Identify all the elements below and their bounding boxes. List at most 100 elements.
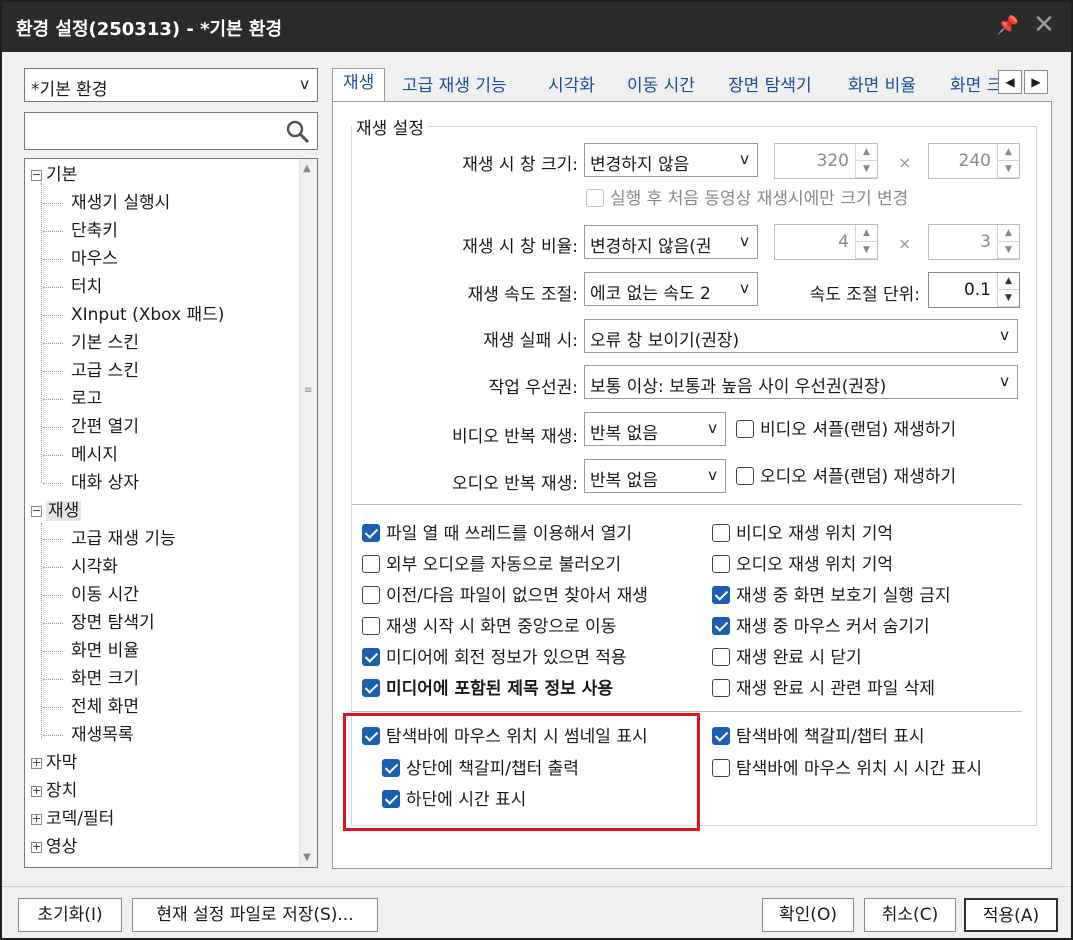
option-checkbox[interactable]: 파일 열 때 쓰레드를 이용해서 열기 (362, 521, 632, 547)
tree-item[interactable]: 전체 화면 (43, 693, 139, 721)
tree-item[interactable]: 재생목록 (43, 721, 134, 749)
spin-down-icon[interactable]: ▼ (998, 290, 1019, 307)
tree-item[interactable]: 재생기 실행시 (43, 189, 170, 217)
spin-down-icon[interactable]: ▼ (856, 242, 877, 259)
tree-item[interactable]: 고급 스킨 (43, 357, 139, 385)
checkbox-box[interactable] (712, 759, 730, 777)
search-input[interactable] (24, 112, 318, 150)
checkbox-box[interactable] (586, 189, 604, 207)
priority-select[interactable]: 보통 이상: 보통과 높음 사이 우선권(권장) v (584, 365, 1018, 399)
seekbar-chapter-checkbox[interactable]: 탐색바에 책갈피/챕터 표시 (712, 724, 925, 750)
collapse-icon[interactable]: − (31, 505, 42, 517)
checkbox-box[interactable] (362, 524, 380, 542)
expand-icon[interactable]: + (31, 785, 42, 797)
speed-select[interactable]: 에코 없는 속도 2v (584, 272, 758, 306)
tree-item[interactable]: 화면 비율 (43, 637, 139, 665)
tree-item[interactable]: 마우스 (43, 245, 118, 273)
option-checkbox[interactable]: 재생 시작 시 화면 중앙으로 이동 (362, 614, 616, 640)
expand-icon[interactable]: + (31, 757, 42, 769)
tab-visualization[interactable]: 시각화 (538, 72, 605, 102)
option-checkbox[interactable]: 이전/다음 파일이 없으면 찾아서 재생 (362, 583, 648, 609)
option-checkbox[interactable]: 외부 오디오를 자동으로 불러오기 (362, 552, 621, 578)
option-checkbox[interactable]: 비디오 재생 위치 기억 (712, 521, 893, 547)
option-checkbox[interactable]: 미디어에 포함된 제목 정보 사용 (362, 676, 613, 702)
scroll-grip-icon[interactable]: ≡ (304, 385, 312, 396)
checkbox-box[interactable] (362, 586, 380, 604)
option-checkbox[interactable]: 재생 완료 시 관련 파일 삭제 (712, 676, 935, 702)
checkbox-box[interactable] (362, 679, 380, 697)
cancel-button[interactable]: 취소(C) (864, 898, 956, 932)
save-to-file-button[interactable]: 현재 설정 파일로 저장(S)... (132, 898, 378, 932)
tab-scene-explorer[interactable]: 장면 탐색기 (718, 72, 822, 102)
spin-up-icon[interactable]: ▲ (998, 144, 1019, 161)
tree-node[interactable]: + 장치 (31, 777, 77, 805)
spin-down-icon[interactable]: ▼ (856, 161, 877, 178)
tree-item[interactable]: XInput (Xbox 패드) (43, 301, 224, 329)
tree-item[interactable]: 단축키 (43, 217, 118, 245)
checkbox-box[interactable] (712, 555, 730, 573)
checkbox-box[interactable] (736, 420, 754, 438)
spin-up-icon[interactable]: ▲ (998, 273, 1019, 290)
checkbox-box[interactable] (712, 524, 730, 542)
reset-button[interactable]: 초기화(I) (18, 898, 122, 932)
spin-up-icon[interactable]: ▲ (998, 225, 1019, 242)
tree-item[interactable]: 기본 스킨 (43, 329, 139, 357)
tree-item[interactable]: 화면 크기 (43, 665, 139, 693)
tree-item[interactable]: 이동 시간 (43, 581, 139, 609)
expand-icon[interactable]: + (31, 841, 42, 853)
tab-advanced-play[interactable]: 고급 재생 기능 (392, 72, 517, 102)
spin-up-icon[interactable]: ▲ (856, 144, 877, 161)
option-checkbox[interactable]: 오디오 재생 위치 기억 (712, 552, 893, 578)
tab-aspect-ratio[interactable]: 화면 비율 (838, 72, 926, 102)
first-play-only-checkbox[interactable]: 실행 후 처음 동영상 재생시에만 크기 변경 (586, 186, 908, 212)
checkbox-box[interactable] (712, 679, 730, 697)
profile-select[interactable]: *기본 환경 v (24, 68, 318, 102)
tree-item[interactable]: 메시지 (43, 441, 118, 469)
tab-scroll-right-icon[interactable]: ▶ (1024, 70, 1048, 94)
tree-item[interactable]: 고급 재생 기능 (43, 525, 176, 553)
video-shuffle-checkbox[interactable]: 비디오 셔플(랜덤) 재생하기 (736, 417, 956, 443)
tree-node[interactable]: + 영상 (31, 833, 77, 861)
scroll-up-icon[interactable]: ▲ (303, 163, 311, 174)
pin-icon[interactable]: 📌 (996, 15, 1020, 39)
ratio-height-spinner[interactable]: 3 ▲ ▼ (928, 224, 1020, 260)
tree-item[interactable]: 터치 (43, 273, 102, 301)
checkbox-box[interactable] (362, 648, 380, 666)
tree-node-basic[interactable]: − 기본 (31, 161, 77, 189)
window-width-spinner[interactable]: 320 ▲ ▼ (774, 143, 878, 179)
checkbox-box[interactable] (712, 727, 730, 745)
tree-item[interactable]: 간편 열기 (43, 413, 139, 441)
tab-seek-time[interactable]: 이동 시간 (617, 72, 705, 102)
option-checkbox[interactable]: 재생 중 화면 보호기 실행 금지 (712, 583, 951, 609)
ratio-width-spinner[interactable]: 4 ▲ ▼ (774, 224, 878, 260)
spin-up-icon[interactable]: ▲ (856, 225, 877, 242)
tree-node[interactable]: + 자막 (31, 749, 77, 777)
fail-select[interactable]: 오류 창 보이기(권장) v (584, 319, 1018, 353)
option-checkbox[interactable]: 미디어에 회전 정보가 있으면 적용 (362, 645, 627, 671)
spin-down-icon[interactable]: ▼ (998, 161, 1019, 178)
window-size-select[interactable]: 변경하지 않음 v (584, 143, 758, 177)
tab-scroll-left-icon[interactable]: ◀ (998, 70, 1022, 94)
scroll-down-icon[interactable]: ▼ (303, 852, 311, 863)
search-icon[interactable] (285, 119, 311, 145)
close-icon[interactable]: ✕ (1030, 10, 1058, 42)
spin-down-icon[interactable]: ▼ (998, 242, 1019, 259)
checkbox-box[interactable] (712, 586, 730, 604)
tree-scrollbar[interactable]: ▲ ≡ ▼ (299, 159, 317, 867)
video-repeat-select[interactable]: 반복 없음 v (584, 412, 726, 446)
seekbar-time-checkbox[interactable]: 탐색바에 마우스 위치 시 시간 표시 (712, 756, 982, 782)
checkbox-box[interactable] (712, 617, 730, 635)
audio-repeat-select[interactable]: 반복 없음 v (584, 459, 726, 493)
tab-screen-size[interactable]: 화면 크 (940, 72, 1000, 102)
ok-button[interactable]: 확인(O) (762, 898, 854, 932)
checkbox-box[interactable] (712, 648, 730, 666)
tree-node-play[interactable]: − 재생 (31, 497, 82, 525)
collapse-icon[interactable]: − (31, 169, 42, 181)
speed-unit-spinner[interactable]: 0.1 ▲ ▼ (928, 272, 1020, 308)
option-checkbox[interactable]: 재생 중 마우스 커서 숨기기 (712, 614, 930, 640)
checkbox-box[interactable] (736, 467, 754, 485)
tree-item[interactable]: 로고 (43, 385, 102, 413)
tree-node[interactable]: + 코덱/필터 (31, 805, 114, 833)
tree-item[interactable]: 장면 탐색기 (43, 609, 155, 637)
window-height-spinner[interactable]: 240 ▲ ▼ (928, 143, 1020, 179)
